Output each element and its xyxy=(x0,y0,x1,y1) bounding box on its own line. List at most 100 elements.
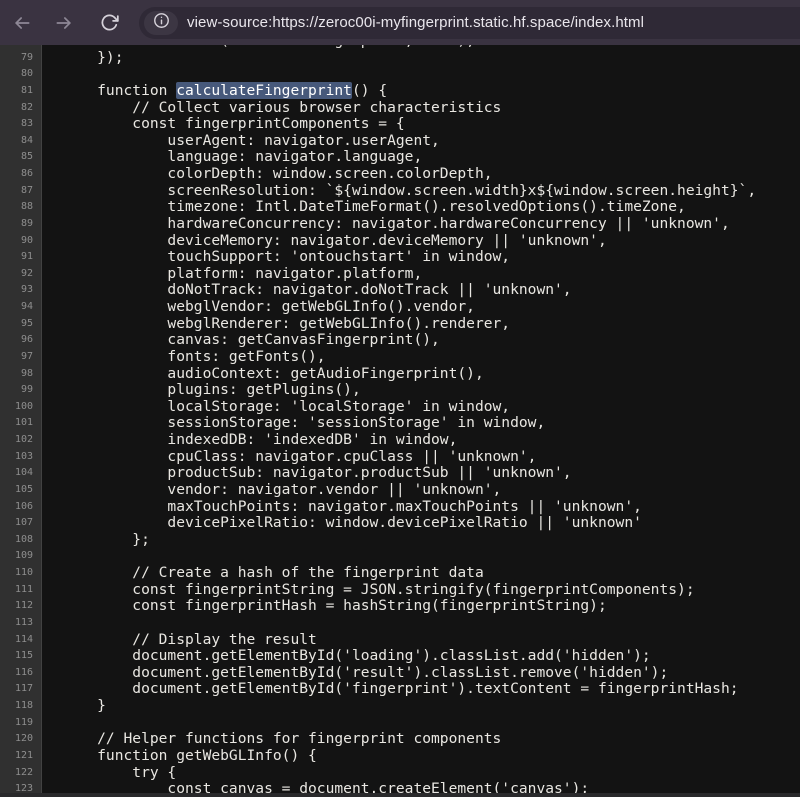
line-number: 113 xyxy=(0,615,42,632)
line-code: }); xyxy=(42,50,124,67)
source-line: 121 function getWebGLInfo() { xyxy=(0,748,800,765)
source-line: 118 } xyxy=(0,698,800,715)
line-number: 105 xyxy=(0,482,42,499)
line-code: colorDepth: window.screen.colorDepth, xyxy=(42,166,493,183)
source-line: 107 devicePixelRatio: window.devicePixel… xyxy=(0,515,800,532)
source-line: 100 localStorage: 'localStorage' in wind… xyxy=(0,399,800,416)
line-number: 92 xyxy=(0,266,42,283)
line-code: userAgent: navigator.userAgent, xyxy=(42,133,440,150)
site-info-chip[interactable] xyxy=(144,11,178,35)
source-line: 105 vendor: navigator.vendor || 'unknown… xyxy=(0,482,800,499)
line-code: productSub: navigator.productSub || 'unk… xyxy=(42,465,572,482)
line-code: const fingerprintString = JSON.stringify… xyxy=(42,582,695,599)
info-icon xyxy=(153,12,170,34)
line-code: deviceMemory: navigator.deviceMemory || … xyxy=(42,233,607,250)
line-code: language: navigator.language, xyxy=(42,149,422,166)
line-number: 122 xyxy=(0,765,42,782)
source-line: 89 hardwareConcurrency: navigator.hardwa… xyxy=(0,216,800,233)
line-number: 118 xyxy=(0,698,42,715)
line-number: 99 xyxy=(0,382,42,399)
line-number: 93 xyxy=(0,282,42,299)
line-code xyxy=(42,66,62,83)
line-code: // Display the result xyxy=(42,632,317,649)
reload-button[interactable] xyxy=(95,9,123,37)
source-line: 96 canvas: getCanvasFingerprint(), xyxy=(0,332,800,349)
line-code: }; xyxy=(42,532,150,549)
line-code: try { xyxy=(42,765,176,782)
source-line: 115 document.getElementById('loading').c… xyxy=(0,648,800,665)
url-text: view-source:https://zeroc00i-myfingerpri… xyxy=(187,14,644,31)
line-code: function calculateFingerprint() { xyxy=(42,83,387,100)
source-line: 80 xyxy=(0,66,800,83)
source-line: 99 plugins: getPlugins(), xyxy=(0,382,800,399)
line-code: webglRenderer: getWebGLInfo().renderer, xyxy=(42,316,510,333)
line-code xyxy=(42,548,62,565)
source-line: 102 indexedDB: 'indexedDB' in window, xyxy=(0,432,800,449)
source-line: 91 touchSupport: 'ontouchstart' in windo… xyxy=(0,249,800,266)
source-line: 79 }); xyxy=(0,50,800,67)
view-source-content: 78 setTimeout(calculateFingerprint, 1500… xyxy=(0,45,800,797)
line-number: 84 xyxy=(0,133,42,150)
source-line: 110 // Create a hash of the fingerprint … xyxy=(0,565,800,582)
source-line: 122 try { xyxy=(0,765,800,782)
line-code: cpuClass: navigator.cpuClass || 'unknown… xyxy=(42,449,536,466)
line-code xyxy=(42,715,62,732)
source-line: 85 language: navigator.language, xyxy=(0,149,800,166)
address-bar[interactable]: view-source:https://zeroc00i-myfingerpri… xyxy=(139,7,800,39)
line-number: 88 xyxy=(0,199,42,216)
line-number: 86 xyxy=(0,166,42,183)
line-code: indexedDB: 'indexedDB' in window, xyxy=(42,432,457,449)
source-line: 97 fonts: getFonts(), xyxy=(0,349,800,366)
source-line: 108 }; xyxy=(0,532,800,549)
source-code: 78 setTimeout(calculateFingerprint, 1500… xyxy=(0,45,800,797)
source-line: 94 webglVendor: getWebGLInfo().vendor, xyxy=(0,299,800,316)
line-code: screenResolution: `${window.screen.width… xyxy=(42,183,756,200)
line-number: 117 xyxy=(0,681,42,698)
line-code: canvas: getCanvasFingerprint(), xyxy=(42,332,440,349)
line-code: vendor: navigator.vendor || 'unknown', xyxy=(42,482,501,499)
line-number: 104 xyxy=(0,465,42,482)
line-code: devicePixelRatio: window.devicePixelRati… xyxy=(42,515,642,532)
line-code: doNotTrack: navigator.doNotTrack || 'unk… xyxy=(42,282,572,299)
source-line: 104 productSub: navigator.productSub || … xyxy=(0,465,800,482)
line-number: 103 xyxy=(0,449,42,466)
line-number: 79 xyxy=(0,50,42,67)
forward-button[interactable] xyxy=(50,9,78,37)
line-number: 121 xyxy=(0,748,42,765)
line-number: 107 xyxy=(0,515,42,532)
source-line: 84 userAgent: navigator.userAgent, xyxy=(0,133,800,150)
line-number: 111 xyxy=(0,582,42,599)
line-number: 96 xyxy=(0,332,42,349)
line-number: 91 xyxy=(0,249,42,266)
line-number: 120 xyxy=(0,731,42,748)
source-line: 109 xyxy=(0,548,800,565)
line-code: const fingerprintHash = hashString(finge… xyxy=(42,598,607,615)
line-number: 94 xyxy=(0,299,42,316)
source-line: 98 audioContext: getAudioFingerprint(), xyxy=(0,366,800,383)
line-number: 108 xyxy=(0,532,42,549)
source-line: 116 document.getElementById('result').cl… xyxy=(0,665,800,682)
source-line: 92 platform: navigator.platform, xyxy=(0,266,800,283)
line-code: timezone: Intl.DateTimeFormat().resolved… xyxy=(42,199,686,216)
source-line: 103 cpuClass: navigator.cpuClass || 'unk… xyxy=(0,449,800,466)
line-number: 82 xyxy=(0,100,42,117)
line-number: 89 xyxy=(0,216,42,233)
line-code: maxTouchPoints: navigator.maxTouchPoints… xyxy=(42,499,642,516)
source-line: 86 colorDepth: window.screen.colorDepth, xyxy=(0,166,800,183)
line-code: hardwareConcurrency: navigator.hardwareC… xyxy=(42,216,730,233)
source-line: 82 // Collect various browser characteri… xyxy=(0,100,800,117)
source-line: 87 screenResolution: `${window.screen.wi… xyxy=(0,183,800,200)
reload-icon xyxy=(100,13,119,32)
line-number: 87 xyxy=(0,183,42,200)
line-number: 106 xyxy=(0,499,42,516)
line-code: const fingerprintComponents = { xyxy=(42,116,405,133)
line-code: document.getElementById('loading').class… xyxy=(42,648,651,665)
horizontal-scrollbar[interactable] xyxy=(0,793,800,797)
line-number: 101 xyxy=(0,415,42,432)
line-code: plugins: getPlugins(), xyxy=(42,382,361,399)
line-code: } xyxy=(42,698,106,715)
line-code: // Helper functions for fingerprint comp… xyxy=(42,731,501,748)
line-code: touchSupport: 'ontouchstart' in window, xyxy=(42,249,510,266)
line-code: // Create a hash of the fingerprint data xyxy=(42,565,484,582)
back-button[interactable] xyxy=(8,9,36,37)
